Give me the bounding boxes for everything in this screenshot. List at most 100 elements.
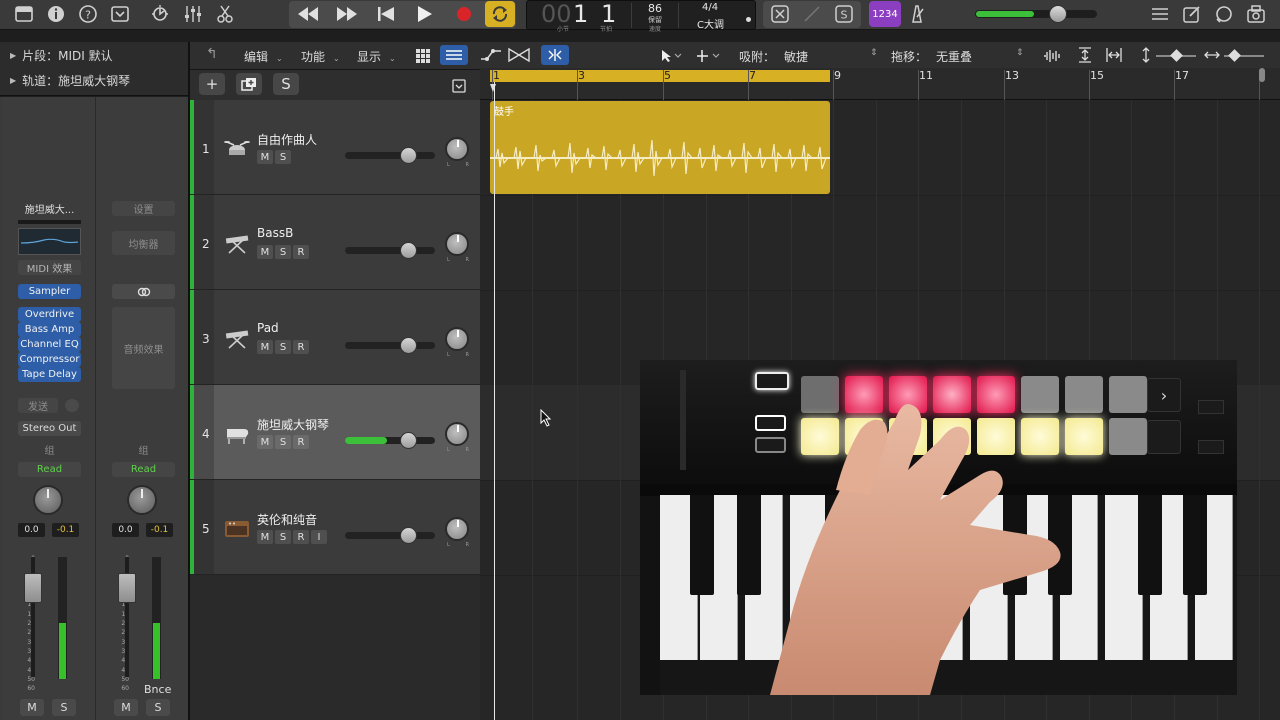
eq-thumbnail[interactable]	[18, 228, 81, 255]
audio-fx-slot-3[interactable]: Channel EQ	[18, 337, 81, 352]
fast-forward-icon[interactable]	[332, 2, 362, 26]
strip-name[interactable]: Bnce	[144, 683, 171, 696]
channel-setting-button[interactable]: 设置	[112, 201, 175, 216]
volume-knob[interactable]	[400, 242, 417, 259]
solo-mode-icon[interactable]: S	[831, 2, 857, 26]
global-solo-button[interactable]: S	[273, 73, 299, 95]
record-enable-button[interactable]: R	[293, 435, 309, 449]
snap-select[interactable]: 敏捷 ⇕	[784, 48, 880, 65]
volume-knob[interactable]	[400, 147, 417, 164]
list-view-icon[interactable]	[440, 45, 468, 65]
cycle-icon[interactable]	[485, 1, 515, 27]
pan-knob[interactable]	[445, 327, 469, 351]
lcd-key[interactable]: C大调	[697, 16, 724, 31]
disclosure-triangle-icon[interactable]: ▶	[10, 76, 16, 85]
horizontal-zoom-slider[interactable]	[1224, 49, 1264, 62]
solo-button[interactable]: S	[275, 340, 291, 354]
editors-icon[interactable]	[213, 2, 237, 26]
loop-browser-icon[interactable]	[1212, 2, 1236, 26]
output-slot[interactable]: Stereo Out	[18, 421, 81, 436]
link-icon[interactable]	[112, 284, 175, 299]
vertical-zoom-icon[interactable]	[1141, 47, 1151, 67]
track-name[interactable]: BassB	[257, 226, 293, 240]
peak-readout[interactable]: -0.1	[52, 523, 79, 537]
volume-knob[interactable]	[400, 527, 417, 544]
mute-button[interactable]: M	[257, 340, 273, 354]
help-icon[interactable]: ?	[76, 2, 100, 26]
solo-button[interactable]: S	[52, 699, 76, 716]
record-icon[interactable]	[449, 2, 479, 26]
track-row-selected[interactable]: 4 施坦威大钢琴 M S R LR	[190, 385, 480, 480]
mute-button[interactable]: M	[257, 435, 273, 449]
go-to-beginning-icon[interactable]	[371, 2, 401, 26]
track-row[interactable]: 3 Pad M S R LR	[190, 290, 480, 385]
volume-knob[interactable]	[400, 337, 417, 354]
add-track-button[interactable]: +	[199, 73, 225, 95]
mute-button[interactable]: M	[257, 530, 273, 544]
vertical-fit-icon[interactable]	[1078, 47, 1092, 67]
waveform-zoom-icon[interactable]	[1042, 48, 1062, 67]
library-icon[interactable]	[12, 2, 36, 26]
send-knob[interactable]	[65, 399, 79, 412]
master-volume-slider[interactable]	[975, 5, 1097, 23]
drummer-region[interactable]: 鼓手	[490, 101, 830, 194]
count-in-button[interactable]: 1234	[869, 1, 901, 27]
midi-fx-slot[interactable]: MIDI 效果	[18, 260, 81, 275]
lcd-mode-dot[interactable]	[746, 17, 751, 22]
mixer-icon[interactable]	[181, 2, 205, 26]
record-enable-button[interactable]: R	[293, 530, 309, 544]
volume-readout[interactable]: 0.0	[18, 523, 45, 537]
solo-button[interactable]: S	[146, 699, 170, 716]
solo-button[interactable]: S	[275, 150, 291, 164]
region-inspector-row[interactable]: ▶ 片段：MIDI 默认	[0, 43, 188, 67]
inspector-icon[interactable]	[44, 2, 68, 26]
volume-knob[interactable]	[400, 432, 417, 449]
edit-menu[interactable]: 编辑 ⌄	[244, 48, 283, 65]
record-enable-button[interactable]: R	[293, 340, 309, 354]
pan-knob[interactable]	[445, 232, 469, 256]
input-monitor-button[interactable]: I	[311, 530, 327, 544]
track-row[interactable]: 1 自由作曲人 M S LR	[190, 100, 480, 195]
collapse-icon[interactable]	[452, 78, 466, 97]
volume-slider[interactable]	[345, 147, 435, 164]
track-row[interactable]: 5 英伦和纯音 M S R I LR	[190, 480, 480, 575]
pan-knob[interactable]	[33, 485, 63, 515]
audio-fx-slot-4[interactable]: Compressor	[18, 352, 81, 367]
rewind-icon[interactable]	[293, 2, 323, 26]
mute-button[interactable]: M	[20, 699, 44, 716]
pan-knob[interactable]	[445, 137, 469, 161]
functions-menu[interactable]: 功能 ⌄	[301, 48, 340, 65]
flex-icon[interactable]	[508, 47, 530, 67]
track-name[interactable]: 施坦威大钢琴	[257, 416, 329, 433]
record-enable-button[interactable]: R	[293, 245, 309, 259]
volume-slider[interactable]	[345, 337, 435, 354]
browser-icon[interactable]	[1244, 2, 1268, 26]
volume-slider[interactable]	[345, 527, 435, 544]
pointer-tool-icon[interactable]	[660, 48, 682, 67]
catch-icon[interactable]	[541, 45, 569, 65]
horizontal-fit-icon[interactable]	[1106, 47, 1122, 67]
volume-slider[interactable]	[345, 432, 435, 449]
channel-setting-button[interactable]: 施坦威大...	[18, 201, 81, 216]
metronome-icon[interactable]	[905, 2, 929, 26]
pan-knob[interactable]	[445, 422, 469, 446]
mute-button[interactable]: M	[257, 245, 273, 259]
automation-mode[interactable]: Read	[18, 462, 81, 477]
instrument-slot[interactable]: Sampler	[18, 284, 81, 299]
send-slot[interactable]: 发送	[18, 398, 58, 413]
audio-fx-slot-2[interactable]: Bass Amp	[18, 322, 81, 337]
mute-button[interactable]: M	[114, 699, 138, 716]
volume-slider[interactable]	[345, 242, 435, 259]
track-name[interactable]: 英伦和纯音	[257, 511, 317, 528]
group-slot[interactable]: 组	[112, 442, 175, 457]
list-editors-icon[interactable]	[1148, 2, 1172, 26]
solo-button[interactable]: S	[275, 245, 291, 259]
play-icon[interactable]	[410, 2, 440, 26]
smart-controls-icon[interactable]	[148, 2, 172, 26]
notepad-icon[interactable]	[1180, 2, 1204, 26]
replace-icon[interactable]	[767, 2, 793, 26]
ruler-scroll-handle[interactable]	[1259, 68, 1265, 82]
playhead[interactable]	[494, 82, 495, 720]
track-inspector-row[interactable]: ▶ 轨道：施坦威大钢琴	[0, 68, 188, 92]
tuner-icon[interactable]	[799, 2, 825, 26]
